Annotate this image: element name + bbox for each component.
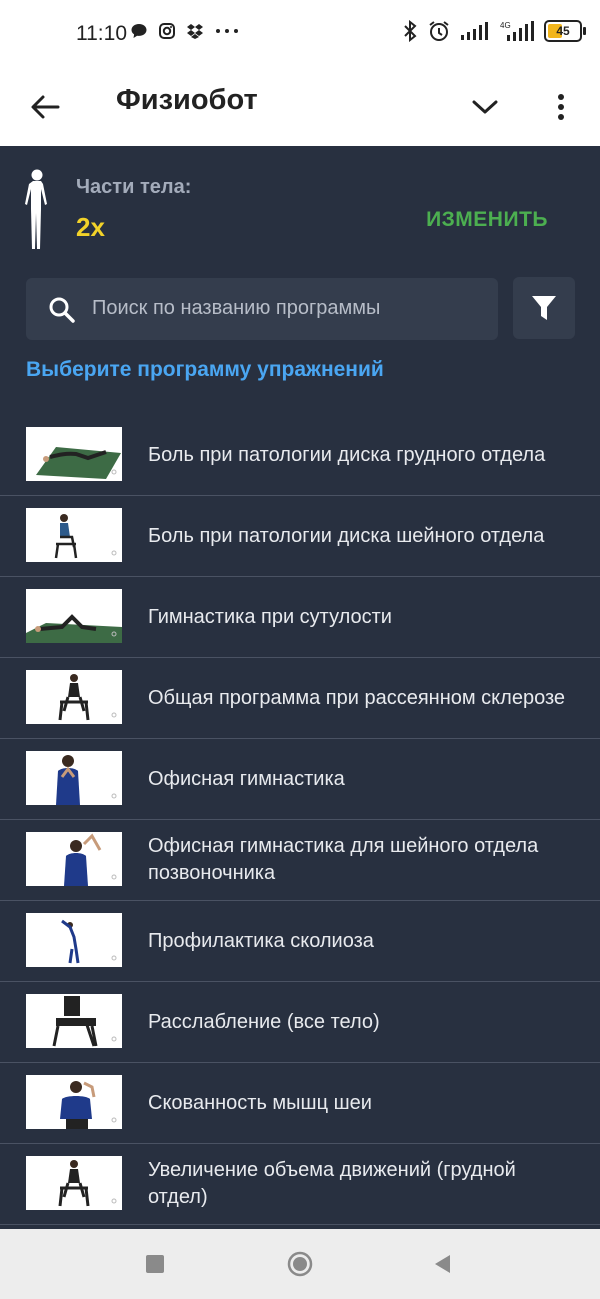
program-item[interactable]: Офисная гимнастика: [0, 739, 600, 820]
filter-icon: [532, 296, 556, 320]
body-parts-label: Части тела:: [76, 176, 192, 198]
back-button[interactable]: [24, 86, 66, 128]
status-bar: 11:10 4G 45: [0, 0, 600, 68]
program-thumbnail: [26, 589, 122, 643]
program-thumbnail: [26, 508, 122, 562]
human-body-icon[interactable]: [22, 168, 52, 254]
home-button[interactable]: [287, 1251, 313, 1277]
program-label: Скованность мышц шеи: [148, 1091, 372, 1114]
svg-text:4G: 4G: [500, 21, 511, 30]
program-label: Офисная гимнастика: [148, 767, 345, 790]
app-bar: Физиобот: [0, 68, 600, 147]
main-content: Части тела: 2x ИЗМЕНИТЬ Поиск по названи…: [0, 146, 600, 1229]
dropbox-icon: [187, 24, 203, 39]
program-item[interactable]: Профилактика сколиоза: [0, 901, 600, 982]
program-label: Общая программа при рассеянном склерозе: [148, 686, 566, 709]
program-thumbnail: [26, 913, 122, 967]
program-label: Боль при патологии диска шейного отдела: [148, 524, 545, 547]
more-notifications-icon: [216, 29, 238, 33]
alarm-icon: [429, 21, 449, 41]
body-parts-panel: Части тела: 2x ИЗМЕНИТЬ: [22, 168, 578, 258]
instagram-icon: [159, 23, 175, 39]
program-item[interactable]: Боль при патологии диска шейного отдела: [0, 496, 600, 577]
program-label: Увеличение объема движений (грудной отде…: [148, 1159, 516, 1208]
program-thumbnail: [26, 751, 122, 805]
more-options-button[interactable]: [544, 86, 578, 128]
program-item[interactable]: Боль при патологии диска грудного отдела: [0, 415, 600, 496]
status-time: 11:10: [76, 22, 127, 45]
program-item[interactable]: Расслабление (все тело): [0, 982, 600, 1063]
recents-button[interactable]: [146, 1255, 164, 1273]
chevron-down-icon: [472, 100, 498, 114]
program-thumbnail: [26, 670, 122, 724]
search-placeholder: Поиск по названию программы: [92, 297, 381, 319]
more-vertical-icon: [558, 94, 564, 120]
system-back-button[interactable]: [432, 1253, 452, 1275]
program-item[interactable]: Скованность мышц шеи: [0, 1063, 600, 1144]
search-icon: [49, 297, 75, 323]
program-thumbnail: [26, 427, 122, 481]
battery-indicator: 45: [544, 20, 586, 42]
program-thumbnail: [26, 1075, 122, 1129]
chat-bubble-icon: [131, 24, 147, 38]
section-heading: Выберите программу упражнений: [26, 358, 384, 381]
program-item[interactable]: Увеличение объема движений (грудной отде…: [0, 1144, 600, 1225]
program-item[interactable]: Офисная гимнастика для шейного отдела по…: [0, 820, 600, 901]
program-label: Офисная гимнастика для шейного отдела по…: [148, 835, 539, 884]
body-parts-value: 2x: [76, 212, 105, 242]
program-thumbnail: [26, 1156, 122, 1210]
system-icons: 4G 45: [402, 20, 586, 42]
signal-icon: [461, 22, 488, 40]
search-input[interactable]: Поиск по названию программы: [26, 278, 498, 340]
notification-icons: [130, 22, 240, 40]
program-label: Расслабление (все тело): [148, 1010, 380, 1033]
program-label: Профилактика сколиоза: [148, 929, 374, 952]
program-item[interactable]: Общая программа при рассеянном склерозе: [0, 658, 600, 739]
program-label: Гимнастика при сутулости: [148, 605, 392, 628]
system-navigation-bar: [0, 1229, 600, 1299]
page-title: Физиобот: [116, 84, 258, 116]
program-list: Боль при патологии диска грудного отдела…: [0, 415, 600, 1225]
program-item[interactable]: Гимнастика при сутулости: [0, 577, 600, 658]
arrow-left-icon: [31, 95, 60, 119]
filter-button[interactable]: [513, 277, 575, 339]
bluetooth-icon: [404, 20, 417, 42]
change-button[interactable]: ИЗМЕНИТЬ: [426, 208, 548, 232]
program-thumbnail: [26, 994, 122, 1048]
battery-level: 45: [556, 24, 570, 38]
signal-4g-icon: 4G: [500, 21, 534, 41]
program-thumbnail: [26, 832, 122, 886]
program-label: Боль при патологии диска грудного отдела: [148, 443, 546, 466]
dropdown-button[interactable]: [464, 86, 506, 128]
